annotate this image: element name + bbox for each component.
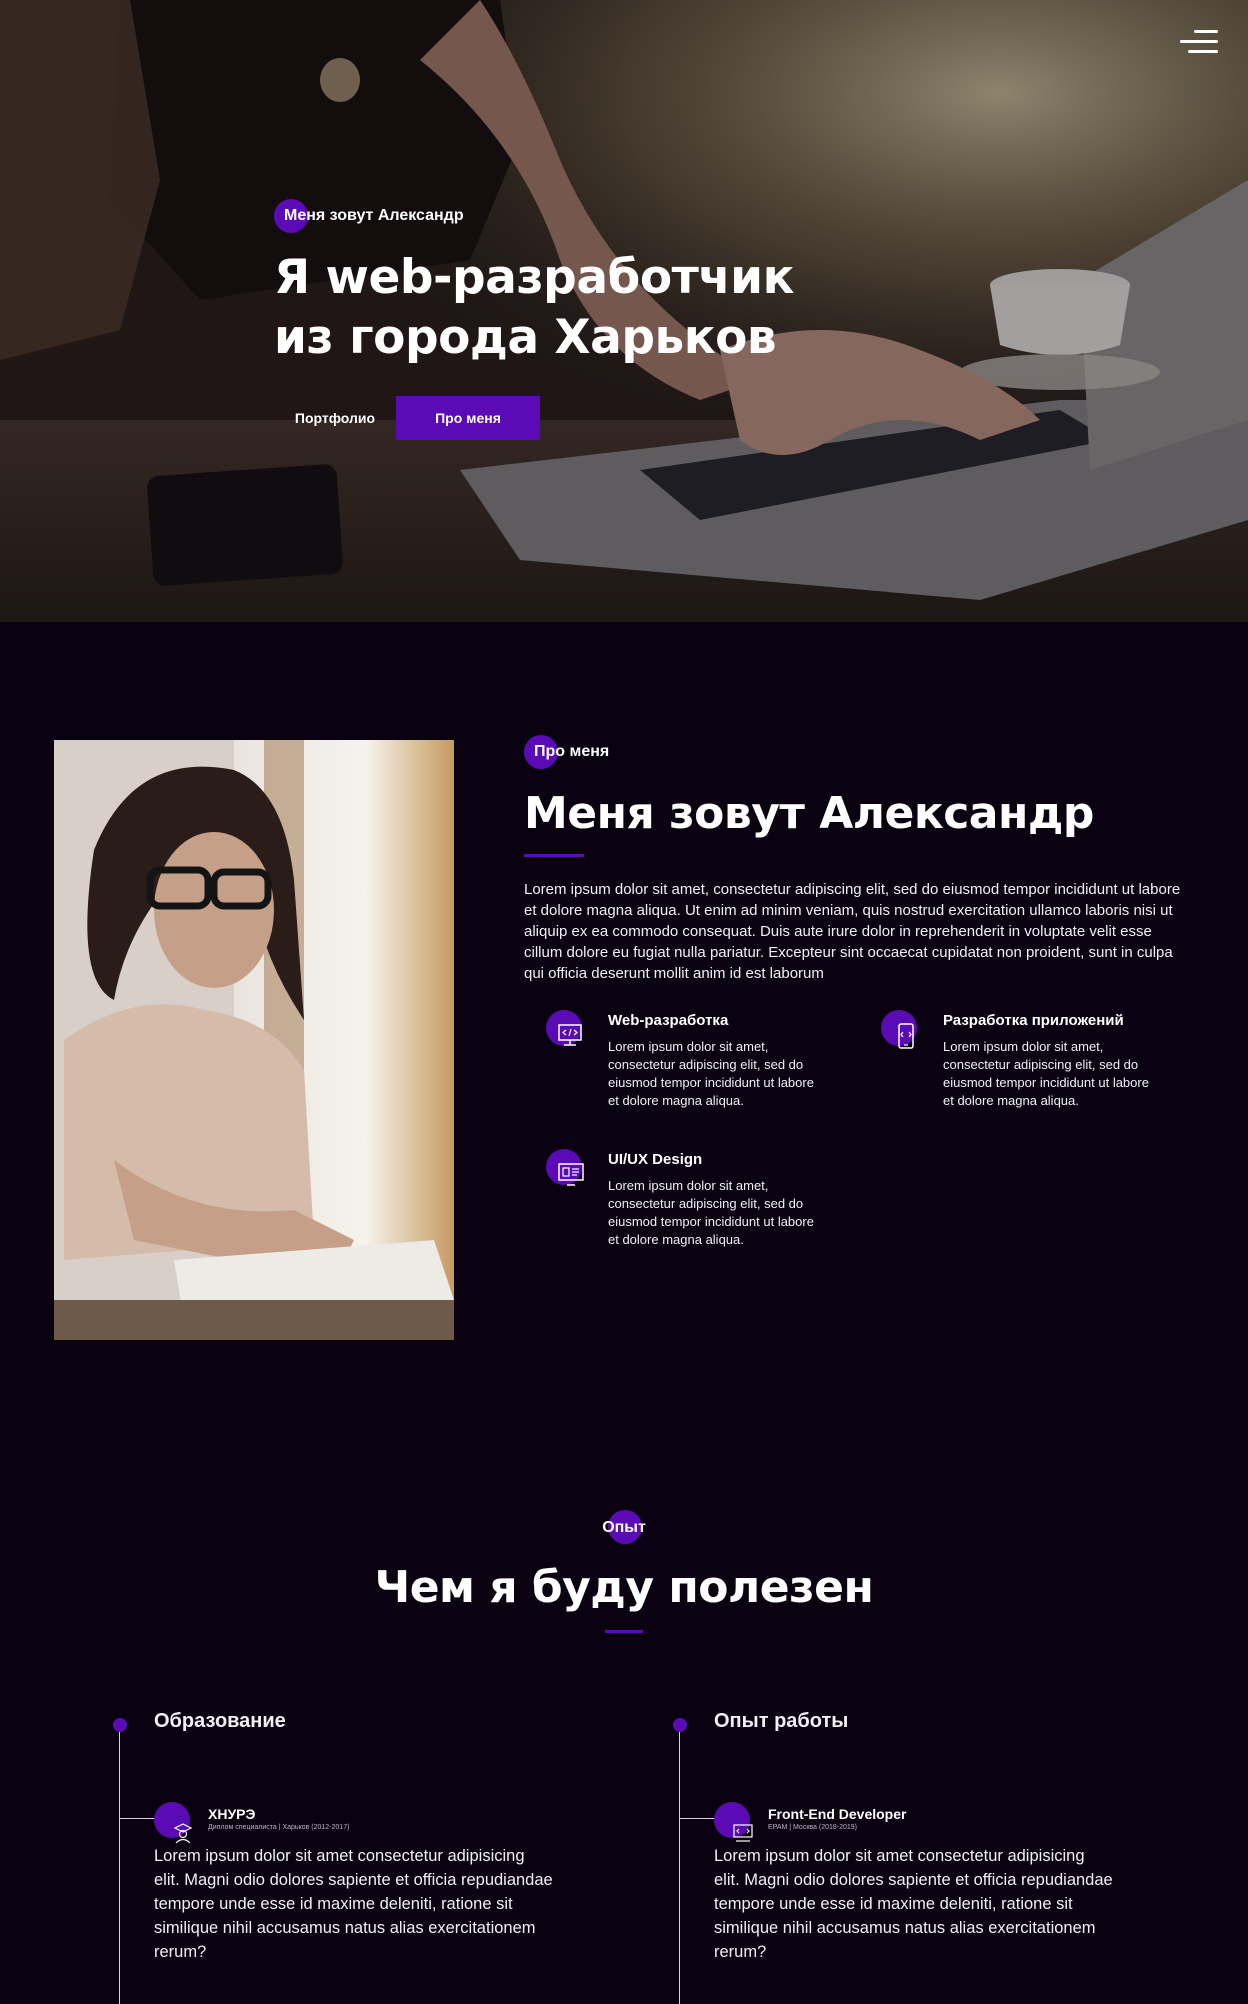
column-title: Образование [154, 1710, 286, 1732]
experience-tag: Опыт [598, 1510, 650, 1546]
education-column: Образование ХНУРЭ Диплом специалиста | Х… [108, 1708, 568, 2004]
about-photo [54, 740, 454, 1340]
hero-title: Я web-разработчик из города Харьков [274, 250, 794, 365]
service-title: Разработка приложений [943, 1012, 1124, 1029]
experience-tag-text: Опыт [602, 1519, 646, 1536]
timeline-connector [679, 1818, 715, 1819]
service-text: Lorem ipsum dolor sit amet, consectetur … [608, 1039, 814, 1108]
entry-text: Lorem ipsum dolor sit amet consectetur a… [714, 1847, 1113, 1961]
mobile-code-icon [898, 1023, 914, 1049]
hero-section: Меня зовут Александр Я web-разработчик и… [0, 0, 1248, 622]
entry-title: Front-End Developer [768, 1806, 907, 1822]
timeline-line [119, 1726, 120, 2004]
hero-tag: Меня зовут Александр [274, 198, 464, 234]
woman-at-laptop-photo [54, 740, 454, 1340]
service-icon [546, 1010, 582, 1046]
timeline-connector [119, 1818, 155, 1819]
work-experience-column: Опыт работы Front-End Developer EPAM | М… [668, 1708, 1128, 2004]
service-icon [881, 1010, 917, 1049]
hero-content: Меня зовут Александр Я web-разработчик и… [274, 198, 834, 440]
entry-text: Lorem ipsum dolor sit amet consectetur a… [154, 1847, 553, 1961]
timeline-node [113, 1718, 127, 1732]
column-title: Опыт работы [714, 1710, 849, 1732]
about-tag: Про меня [524, 734, 609, 770]
entry-subtitle: EPAM | Москва (2018-2019) [768, 1824, 858, 1831]
experience-title: Чем я буду полезен [374, 1562, 874, 1613]
design-monitor-icon [558, 1163, 584, 1186]
entry-title: ХНУРЭ [208, 1806, 256, 1822]
title-underline [605, 1630, 643, 1633]
entry-subtitle: Диплом специалиста | Харьков (2012-2017) [208, 1824, 350, 1831]
entry-icon [154, 1802, 193, 1844]
graduate-icon [173, 1823, 193, 1844]
service-text: Lorem ipsum dolor sit amet, consectetur … [608, 1178, 814, 1247]
about-tag-text: Про меня [534, 743, 610, 760]
service-icon [546, 1149, 584, 1186]
about-section: Про меня Меня зовут Александр Lorem ipsu… [524, 734, 1184, 1247]
service-title: Web-разработка [608, 1012, 729, 1029]
menu-burger-icon[interactable] [1180, 30, 1218, 54]
about-me-button[interactable]: Про меня [396, 396, 540, 440]
about-title: Меня зовут Александр [524, 788, 1094, 839]
about-text: Lorem ipsum dolor sit amet, consectetur … [524, 881, 1181, 982]
timeline-node [673, 1718, 687, 1732]
title-underline [524, 854, 584, 857]
portfolio-button[interactable]: Портфолио [274, 396, 396, 440]
monitor-code-icon [558, 1024, 582, 1046]
service-title: UI/UX Design [608, 1151, 703, 1168]
hero-buttons: Портфолио Про меня [274, 396, 834, 440]
timeline-line [679, 1726, 680, 2004]
service-text: Lorem ipsum dolor sit amet, consectetur … [943, 1039, 1149, 1108]
entry-icon [714, 1802, 753, 1842]
developer-icon [733, 1824, 753, 1842]
experience-header: Опыт Чем я буду полезен [0, 1510, 1248, 1633]
hero-tag-text: Меня зовут Александр [284, 207, 464, 224]
